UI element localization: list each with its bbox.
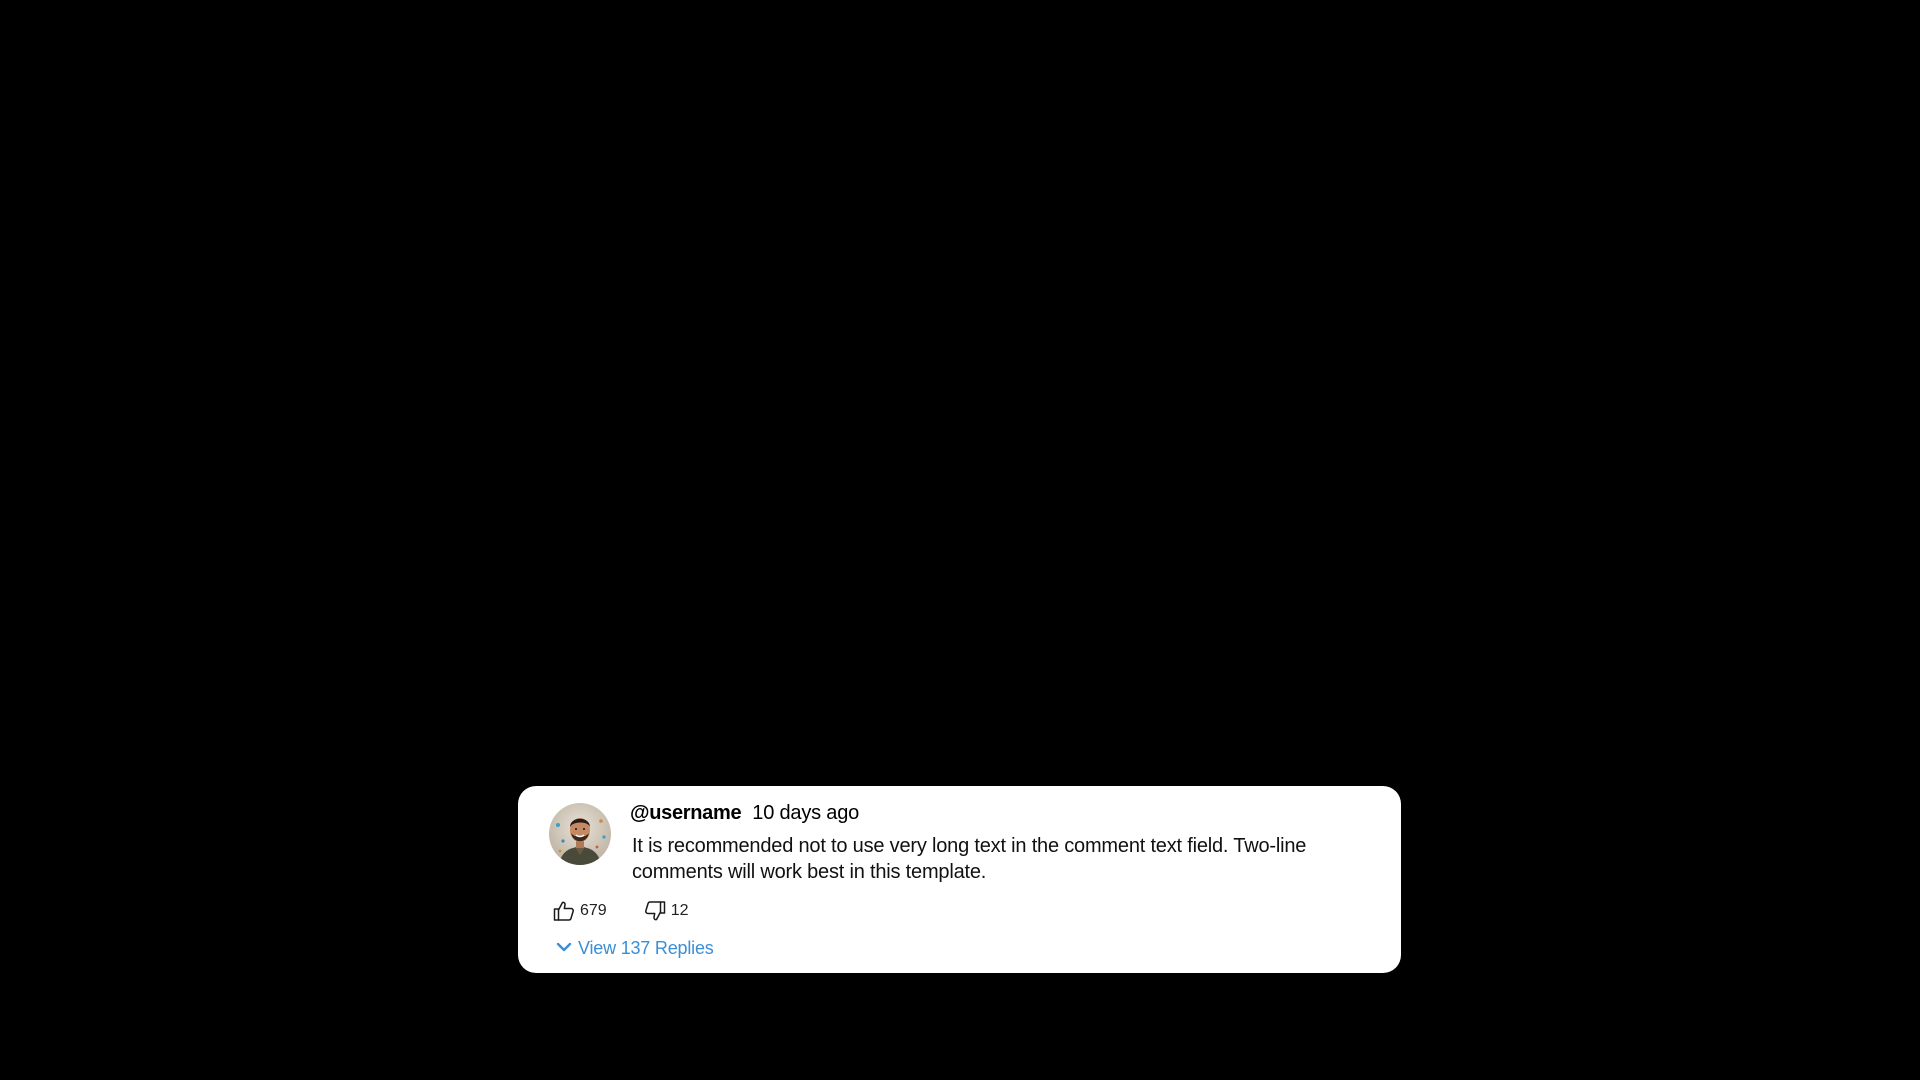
video-frame-background: @username 10 days ago It is recommended …: [0, 0, 1920, 1080]
thumbs-down-icon: [643, 899, 667, 923]
view-replies-label: View 137 Replies: [578, 938, 714, 958]
like-count: 679: [580, 902, 607, 919]
comment-text: It is recommended not to use very long t…: [632, 835, 1307, 883]
thumbs-up-icon: [552, 899, 576, 923]
chevron-down-icon: [556, 940, 572, 958]
username[interactable]: @username: [630, 802, 742, 825]
avatar[interactable]: [549, 803, 611, 865]
comment-actions: 679 12: [552, 899, 689, 923]
like-button[interactable]: 679: [552, 899, 607, 923]
comment-card: @username 10 days ago It is recommended …: [518, 786, 1401, 973]
view-replies-button[interactable]: View 137 Replies: [556, 938, 714, 959]
comment-timestamp: 10 days ago: [752, 802, 860, 824]
dislike-button[interactable]: 12: [643, 899, 689, 923]
avatar-image: [549, 803, 611, 865]
comment-header: @username 10 days ago: [630, 802, 859, 825]
dislike-count: 12: [670, 902, 689, 919]
